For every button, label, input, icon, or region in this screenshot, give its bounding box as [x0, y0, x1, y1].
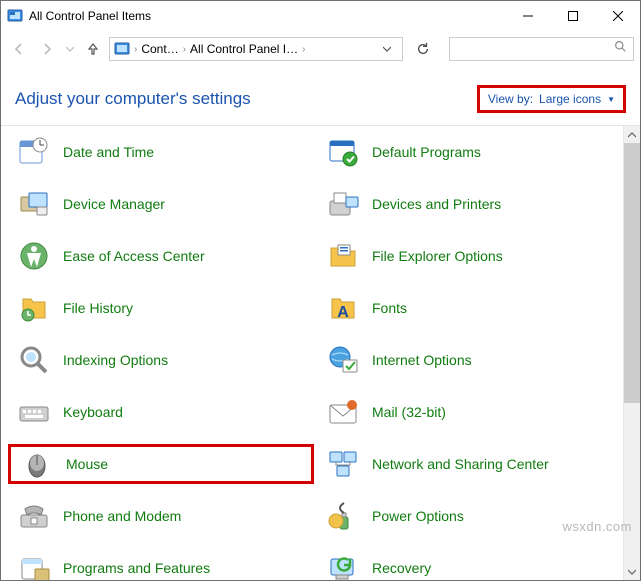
file-history-icon [17, 291, 51, 325]
mouse-icon [20, 447, 54, 481]
control-panel-item-label: Network and Sharing Center [372, 456, 549, 473]
control-panel-item[interactable]: Device Manager [11, 184, 314, 224]
indexing-icon [17, 343, 51, 377]
control-panel-item-label: Default Programs [372, 144, 481, 161]
control-panel-item-label: Programs and Features [63, 560, 210, 577]
address-bar[interactable]: › Cont… › All Control Panel I… › [109, 37, 403, 61]
search-input[interactable] [449, 37, 634, 61]
control-panel-item[interactable]: Recovery [320, 548, 623, 580]
control-panel-item-label: File Explorer Options [372, 248, 503, 265]
recent-locations-button[interactable] [63, 37, 77, 61]
control-panel-item-label: Ease of Access Center [63, 248, 205, 265]
header-row: Adjust your computer's settings View by:… [1, 67, 640, 126]
control-panel-item[interactable]: Date and Time [11, 132, 314, 172]
control-panel-item[interactable]: Programs and Features [11, 548, 314, 580]
ease-access-icon [17, 239, 51, 273]
minimize-button[interactable] [505, 1, 550, 31]
power-icon [326, 499, 360, 533]
control-panel-item[interactable]: Internet Options [320, 340, 623, 380]
control-panel-item[interactable]: Default Programs [320, 132, 623, 172]
control-panel-item[interactable]: Keyboard [11, 392, 314, 432]
back-button[interactable] [7, 37, 31, 61]
device-manager-icon [17, 187, 51, 221]
control-panel-item[interactable]: Mail (32-bit) [320, 392, 623, 432]
navigation-bar: › Cont… › All Control Panel I… › [1, 31, 640, 67]
view-by-selector[interactable]: View by: Large icons ▼ [477, 85, 626, 113]
scrollbar-thumb[interactable] [624, 143, 640, 403]
mail-icon [326, 395, 360, 429]
control-panel-item[interactable]: A Fonts [320, 288, 623, 328]
default-programs-icon [326, 135, 360, 169]
recovery-icon [326, 551, 360, 580]
control-panel-item-label: Power Options [372, 508, 464, 525]
programs-icon [17, 551, 51, 580]
up-button[interactable] [81, 37, 105, 61]
fonts-icon: A [326, 291, 360, 325]
internet-icon [326, 343, 360, 377]
phone-modem-icon [17, 499, 51, 533]
file-explorer-icon [326, 239, 360, 273]
breadcrumb-item[interactable]: All Control Panel I… [190, 42, 298, 56]
chevron-right-icon[interactable]: › [183, 44, 186, 55]
maximize-button[interactable] [550, 1, 595, 31]
control-panel-item-label: Recovery [372, 560, 431, 577]
control-panel-item-label: File History [63, 300, 133, 317]
chevron-right-icon[interactable]: › [302, 44, 305, 55]
control-panel-item[interactable]: File Explorer Options [320, 236, 623, 276]
window-title: All Control Panel Items [29, 9, 505, 23]
control-panel-item[interactable]: Devices and Printers [320, 184, 623, 224]
breadcrumb-item[interactable]: Cont… [141, 42, 178, 56]
control-panel-item-label: Internet Options [372, 352, 472, 369]
chevron-down-icon: ▼ [607, 95, 615, 104]
keyboard-icon [17, 395, 51, 429]
control-panel-item-label: Mail (32-bit) [372, 404, 446, 421]
scroll-down-button[interactable] [624, 563, 640, 580]
scrollbar-track[interactable] [624, 143, 640, 563]
control-panel-window: All Control Panel Items › Cont… › All C [0, 0, 641, 581]
control-panel-small-icon [114, 41, 130, 57]
control-panel-item[interactable]: Phone and Modem [11, 496, 314, 536]
control-panel-icon [7, 8, 23, 24]
control-panel-item[interactable]: File History [11, 288, 314, 328]
items-panel: Date and Time Default Programs Device Mana… [1, 126, 623, 580]
chevron-right-icon[interactable]: › [134, 44, 137, 55]
address-dropdown-button[interactable] [376, 38, 398, 60]
items-grid: Date and Time Default Programs Device Mana… [11, 132, 623, 580]
view-by-label: View by: [488, 92, 533, 106]
scroll-up-button[interactable] [624, 126, 640, 143]
content-area: Date and Time Default Programs Device Mana… [1, 126, 640, 580]
control-panel-item[interactable]: Network and Sharing Center [320, 444, 623, 484]
control-panel-item-label: Indexing Options [63, 352, 168, 369]
svg-text:A: A [337, 304, 349, 321]
page-heading: Adjust your computer's settings [15, 89, 477, 109]
control-panel-item-label: Mouse [66, 456, 108, 473]
vertical-scrollbar[interactable] [623, 126, 640, 580]
forward-button[interactable] [35, 37, 59, 61]
network-icon [326, 447, 360, 481]
control-panel-item[interactable]: Mouse [8, 444, 314, 484]
control-panel-item-label: Date and Time [63, 144, 154, 161]
devices-printers-icon [326, 187, 360, 221]
control-panel-item-label: Phone and Modem [63, 508, 181, 525]
title-bar: All Control Panel Items [1, 1, 640, 31]
close-button[interactable] [595, 1, 640, 31]
search-icon [614, 40, 627, 58]
datetime-icon [17, 135, 51, 169]
view-by-value: Large icons [539, 92, 601, 106]
refresh-button[interactable] [409, 37, 437, 61]
control-panel-item-label: Devices and Printers [372, 196, 501, 213]
window-controls [505, 1, 640, 31]
control-panel-item-label: Fonts [372, 300, 407, 317]
control-panel-item[interactable]: Ease of Access Center [11, 236, 314, 276]
control-panel-item-label: Keyboard [63, 404, 123, 421]
control-panel-item-label: Device Manager [63, 196, 165, 213]
control-panel-item[interactable]: Power Options [320, 496, 623, 536]
control-panel-item[interactable]: Indexing Options [11, 340, 314, 380]
